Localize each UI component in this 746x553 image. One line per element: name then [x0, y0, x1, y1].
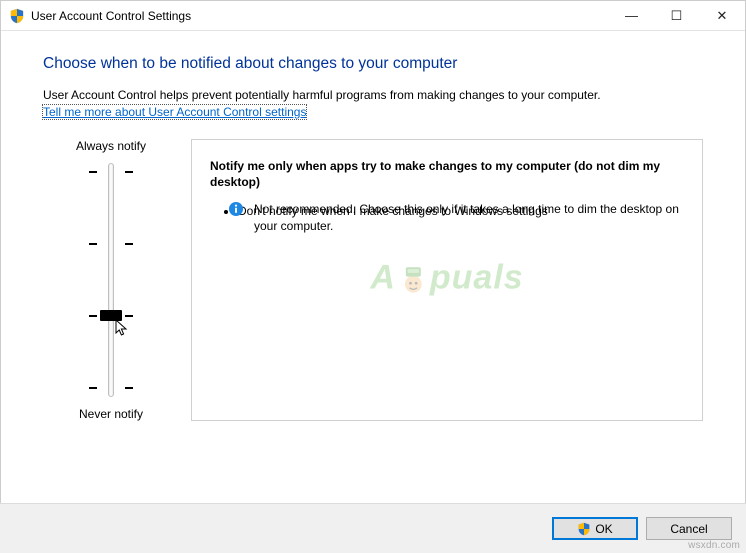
title-bar: User Account Control Settings — ☐ ✕	[1, 1, 745, 31]
slider-tick	[89, 315, 97, 317]
slider-tick	[125, 315, 133, 317]
mouse-cursor-icon	[115, 319, 129, 337]
content-area: Choose when to be notified about changes…	[1, 31, 745, 502]
help-link-focus: Tell me more about User Account Control …	[43, 105, 306, 119]
slider-label-always: Always notify	[76, 139, 146, 153]
body-row: Always notify Never notify	[43, 139, 703, 421]
maximize-button[interactable]: ☐	[654, 1, 699, 30]
slider-track	[108, 163, 114, 397]
cancel-button[interactable]: Cancel	[646, 517, 732, 540]
slider-thumb[interactable]	[100, 310, 122, 321]
source-credit: wsxdn.com	[688, 540, 740, 551]
watermark-icon	[398, 263, 428, 293]
slider-tick	[125, 387, 133, 389]
slider-tick	[89, 171, 97, 173]
ok-button[interactable]: OK	[552, 517, 638, 540]
notification-level-slider[interactable]	[71, 161, 151, 399]
ok-button-label: OK	[595, 522, 612, 536]
slider-label-never: Never notify	[79, 407, 143, 421]
watermark: A puals	[370, 259, 523, 298]
slider-tick	[89, 387, 97, 389]
slider-tick	[125, 243, 133, 245]
slider-tick	[89, 243, 97, 245]
window-title: User Account Control Settings	[31, 9, 191, 23]
help-link[interactable]: Tell me more about User Account Control …	[43, 105, 306, 119]
page-heading: Choose when to be notified about changes…	[43, 55, 703, 73]
slider-tick	[125, 171, 133, 173]
close-button[interactable]: ✕	[699, 1, 745, 30]
dialog-button-bar: OK Cancel	[0, 503, 746, 553]
uac-shield-icon	[577, 522, 591, 536]
info-icon	[228, 201, 244, 217]
level-description-panel: A puals Notify me only when apps try to …	[191, 139, 703, 421]
cancel-button-label: Cancel	[670, 522, 707, 536]
minimize-button[interactable]: —	[609, 1, 654, 30]
slider-column: Always notify Never notify	[43, 139, 179, 421]
uac-shield-icon	[9, 8, 25, 24]
description-text: User Account Control helps prevent poten…	[43, 87, 703, 103]
window-controls: — ☐ ✕	[609, 1, 745, 30]
level-title: Notify me only when apps try to make cha…	[210, 158, 684, 190]
level-footnote: Not recommended. Choose this only if it …	[228, 201, 702, 235]
footnote-text: Not recommended. Choose this only if it …	[254, 201, 702, 235]
